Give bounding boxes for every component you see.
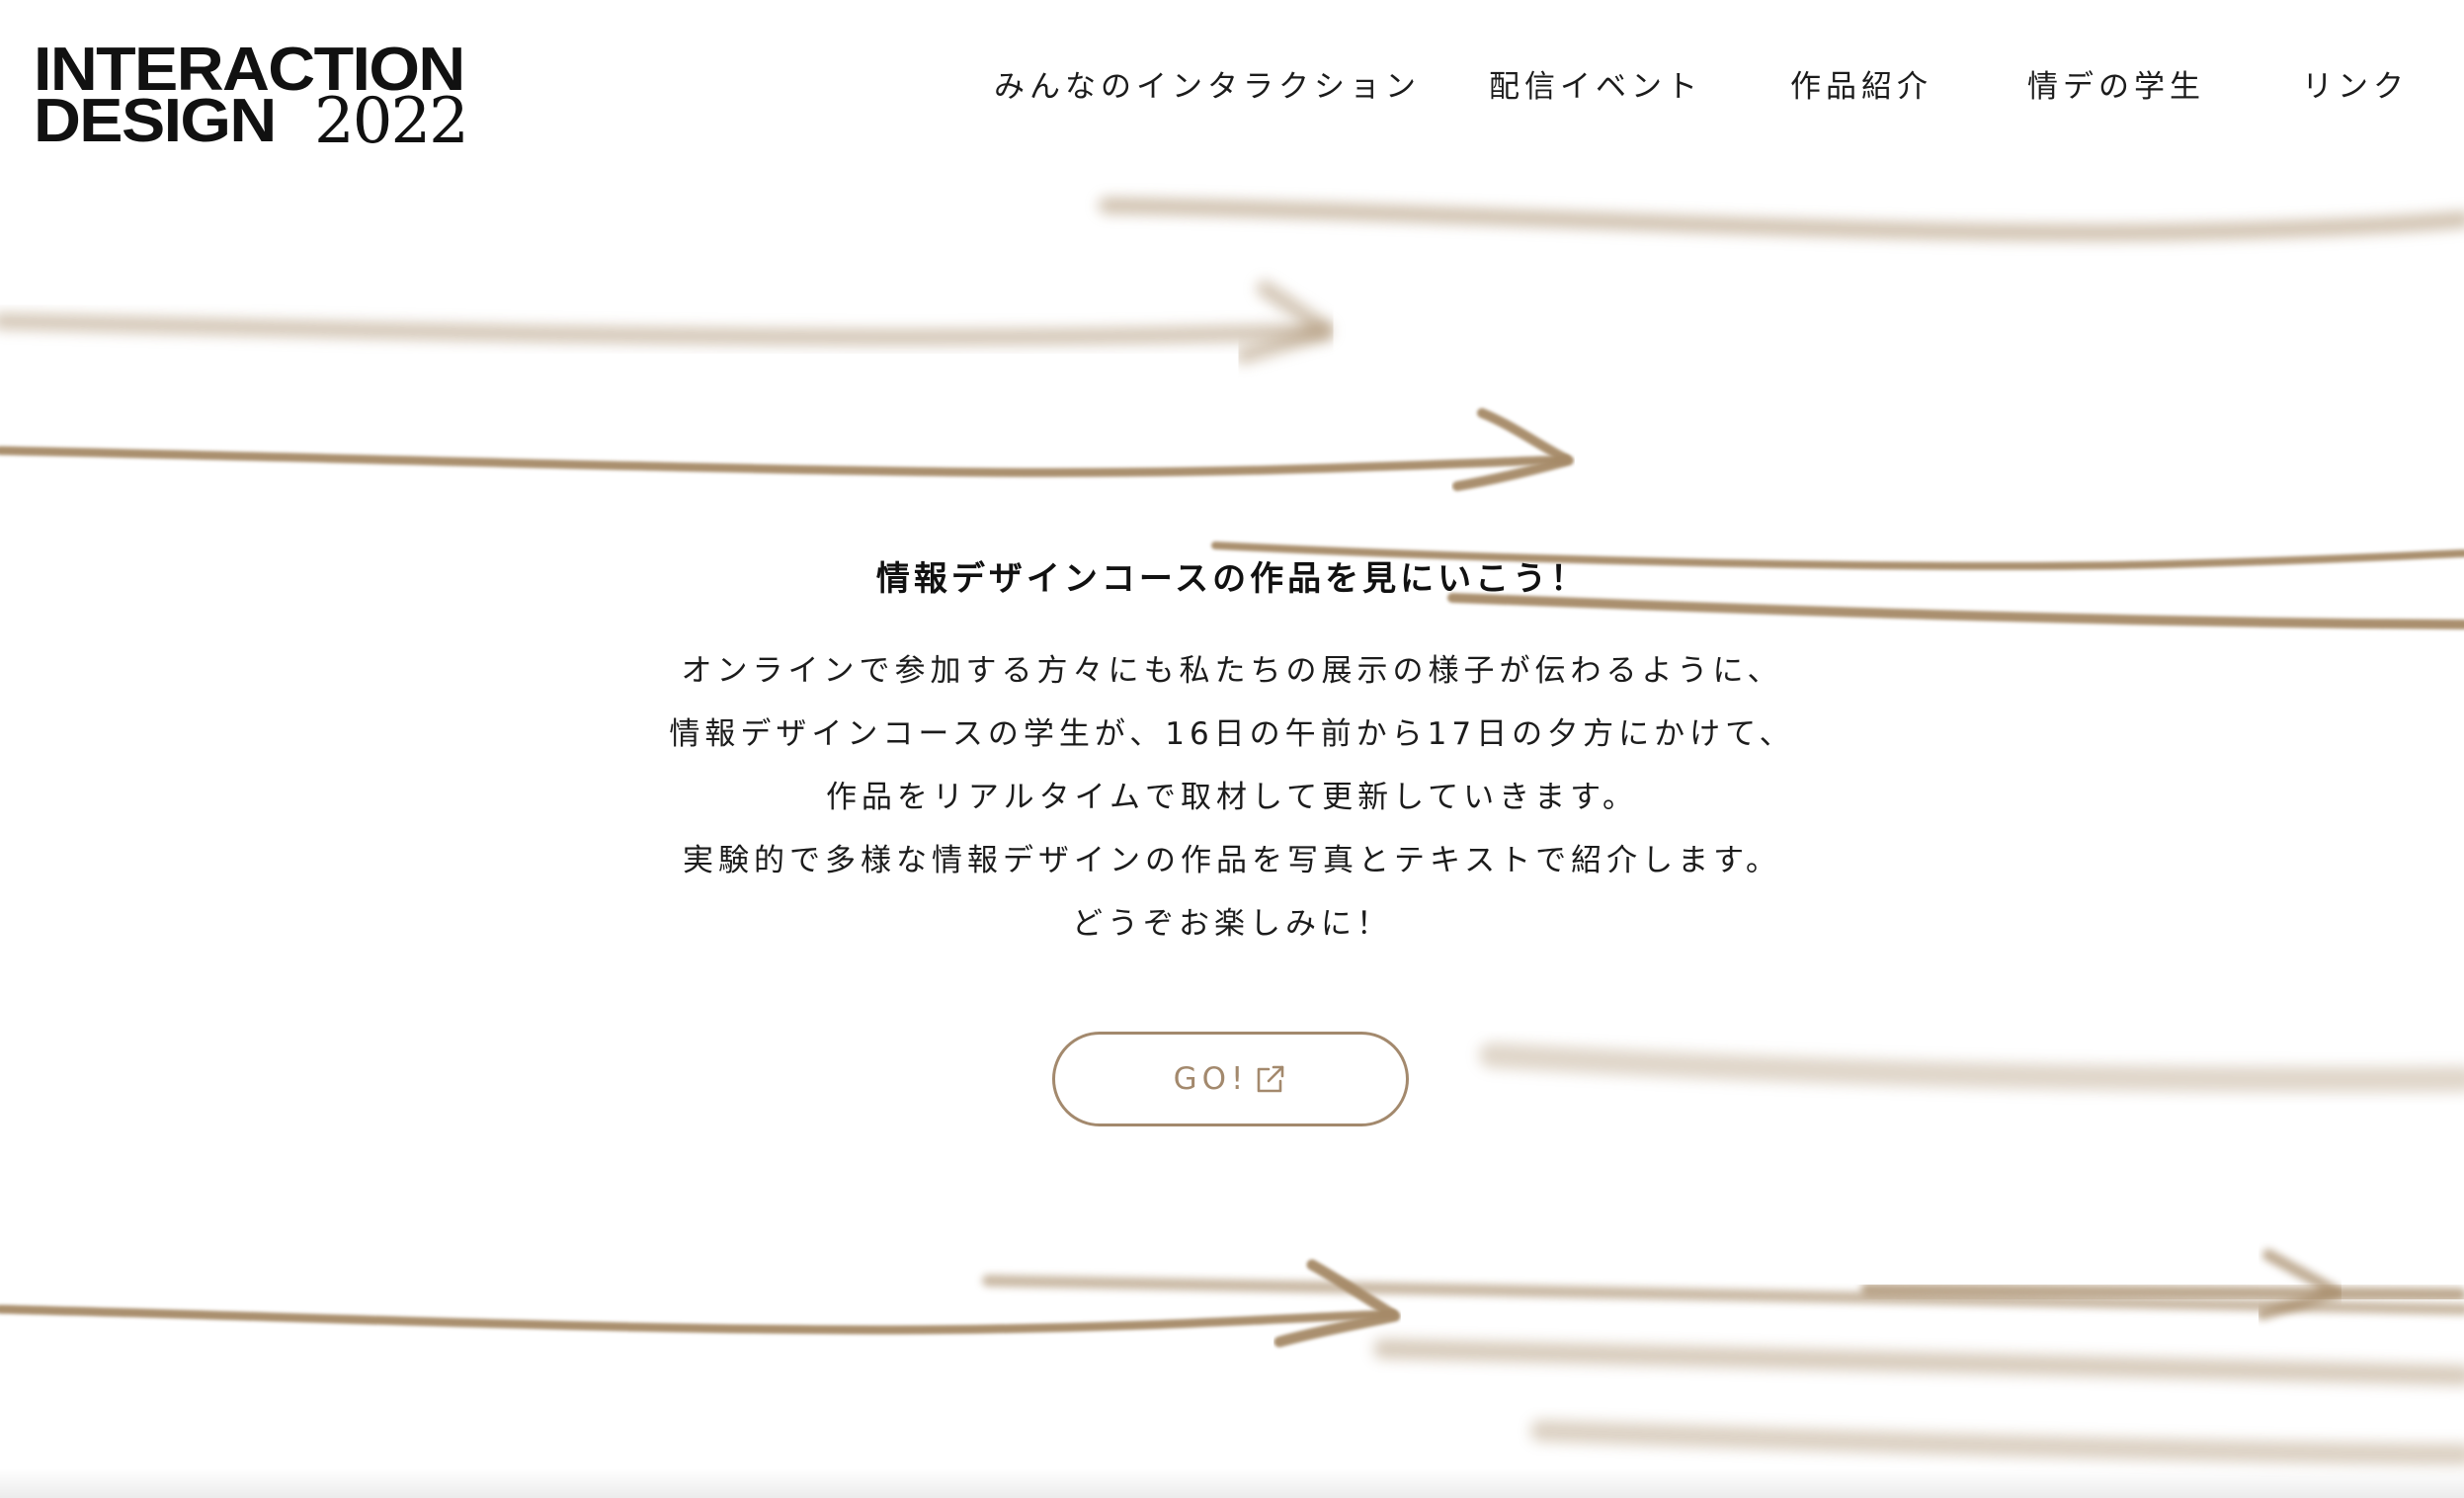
intro-line: 作品をリアルタイムで取材して更新していきます。 — [825, 780, 1639, 815]
arrowhead-2 — [1235, 281, 1337, 364]
intro-line: 実験的で多様な情報デザインの作品を写真とテキストで紹介します。 — [683, 843, 1781, 878]
arrowhead-7 — [1273, 1259, 1401, 1348]
arrow-stroke-11 — [1530, 1420, 2464, 1465]
arrow-stroke-9 — [1860, 1283, 2464, 1301]
intro-text: オンラインで参加する方々にも私たちの展示の様子が伝わるように、 情報デザインコー… — [0, 644, 2464, 960]
site-logo[interactable]: INTERACTION DESIGN 2022 — [34, 40, 537, 154]
nav-item-students[interactable]: 情デの学生 — [2027, 65, 2205, 109]
arrowhead-3 — [1452, 408, 1574, 491]
external-link-icon — [1254, 1062, 1287, 1096]
intro-line: 情報デザインコースの学生が、16日の午前から17日の夕方にかけて、 — [669, 716, 1795, 752]
logo-line-2: DESIGN — [34, 91, 277, 152]
nav-item-minna-no-interaction[interactable]: みんなのインタラクション — [994, 65, 1421, 109]
intro-line: オンラインで参加する方々にも私たちの展示の様子が伝わるように、 — [681, 653, 1783, 689]
arrow-stroke-2 — [0, 313, 1332, 346]
nav-item-streaming-events[interactable]: 配信イベント — [1489, 65, 1702, 109]
intro-line: どうぞお楽しみに！ — [1072, 906, 1392, 942]
arrow-stroke-1 — [1099, 198, 2464, 241]
nav-item-works[interactable]: 作品紹介 — [1790, 65, 1932, 109]
bottom-shadow — [0, 1468, 2464, 1498]
site-header: INTERACTION DESIGN 2022 みんなのインタラクション 配信イ… — [0, 0, 2464, 178]
page-headline: 情報デザインコースの作品を見にいこう！ — [875, 558, 1589, 599]
arrow-stroke-7 — [0, 1304, 1398, 1335]
arrow-stroke-10 — [1373, 1339, 2464, 1385]
arrow-stroke-3 — [0, 446, 1571, 477]
go-button[interactable]: GO! — [1052, 1032, 1409, 1126]
logo-year: 2022 — [314, 85, 469, 158]
arrow-stroke-6 — [1479, 1042, 2464, 1093]
logo-word: DESIGN — [34, 87, 277, 155]
go-button-label: GO! — [1173, 1061, 1249, 1097]
nav-item-links[interactable]: リンク — [2302, 65, 2409, 109]
